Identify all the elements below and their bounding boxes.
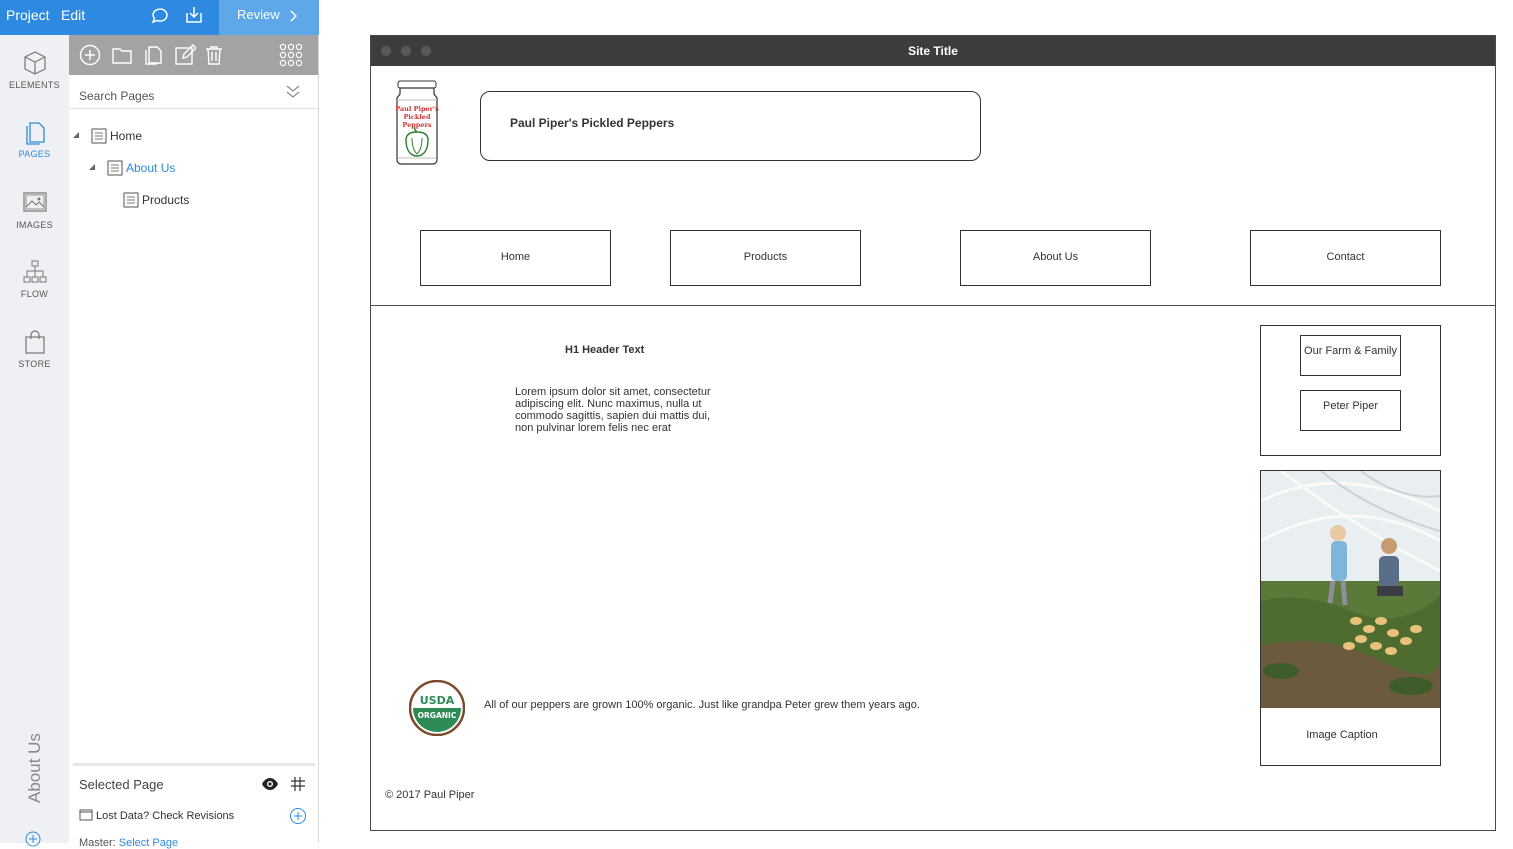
duplicate-page-icon[interactable] — [142, 44, 164, 66]
window-titlebar: Site Title — [371, 36, 1495, 66]
tree-item-about-us[interactable]: About Us — [89, 159, 313, 177]
page-icon — [123, 192, 139, 208]
rail-label: ELEMENTS — [9, 80, 60, 90]
farm-photo[interactable] — [1261, 471, 1440, 708]
sidebar-link-peter-piper[interactable]: Peter Piper — [1300, 390, 1401, 431]
nav-about-us-button[interactable]: About Us — [960, 230, 1151, 286]
browser-frame: Site Title Paul Piper's Pickled Peppers … — [370, 35, 1496, 831]
add-icon[interactable] — [24, 830, 42, 848]
pages-panel: Search Pages Home About Us Products Sele… — [69, 35, 319, 849]
svg-text:USDA: USDA — [420, 694, 455, 707]
review-button[interactable]: Review — [219, 0, 319, 35]
left-rail: ELEMENTS PAGES IMAGES FLOW STORE About U… — [0, 35, 69, 847]
body-paragraph: Lorem ipsum dolor sit amet, consectetur … — [515, 386, 711, 434]
search-pages-input[interactable]: Search Pages — [79, 89, 154, 103]
download-icon[interactable] — [184, 5, 206, 27]
comment-icon[interactable] — [150, 5, 172, 27]
rail-label: FLOW — [20, 289, 49, 299]
tree-item-products[interactable]: Products — [105, 191, 313, 209]
site-title: Site Title — [908, 44, 958, 58]
chevron-right-icon — [290, 10, 297, 22]
project-menu[interactable]: Project — [6, 7, 50, 23]
eye-icon[interactable] — [261, 777, 279, 791]
trash-icon[interactable] — [203, 44, 225, 66]
svg-text:ORGANIC: ORGANIC — [418, 711, 457, 720]
top-bar: Project Edit Review — [0, 0, 319, 35]
review-label: Review — [237, 7, 280, 22]
header-divider — [371, 305, 1495, 306]
rail-item-elements[interactable]: ELEMENTS — [0, 50, 69, 90]
pages-icon — [25, 122, 45, 145]
svg-text:Pickled: Pickled — [404, 113, 431, 121]
rail-label: STORE — [18, 359, 51, 369]
tree-item-label: Products — [142, 193, 190, 207]
edit-page-icon[interactable] — [174, 44, 196, 66]
sidebar-link-farm-family[interactable]: Our Farm & Family — [1300, 335, 1401, 376]
lost-data-link[interactable]: Lost Data? Check Revisions — [79, 809, 234, 822]
page-icon — [91, 128, 107, 144]
folder-icon[interactable] — [111, 44, 133, 66]
flow-icon — [23, 260, 46, 283]
brand-name: Paul Piper's Pickled Peppers — [510, 116, 675, 130]
add-icon[interactable] — [289, 807, 307, 825]
pages-toolbar — [69, 35, 318, 75]
tree-item-label: Home — [110, 129, 143, 143]
rail-item-flow[interactable]: FLOW — [0, 259, 69, 299]
cube-icon — [23, 51, 46, 75]
apps-grid-icon[interactable] — [279, 43, 303, 67]
master-row: Master: Select Page — [79, 837, 179, 849]
svg-text:Peppers: Peppers — [402, 121, 431, 129]
sidebar-links-box: Our Farm & Family Peter Piper — [1260, 325, 1441, 456]
selected-page-label: Selected Page — [79, 777, 164, 792]
image-caption: Image Caption — [1306, 729, 1378, 741]
add-page-icon[interactable] — [79, 44, 101, 66]
grid-icon[interactable] — [290, 776, 306, 792]
brand-name-box: Paul Piper's Pickled Peppers — [480, 91, 981, 161]
expand-triangle-icon[interactable] — [89, 164, 95, 170]
current-page-vertical-label: About Us — [25, 733, 44, 803]
h1-header: H1 Header Text — [565, 344, 645, 356]
edit-menu[interactable]: Edit — [61, 7, 85, 23]
nav-home-button[interactable]: Home — [420, 230, 611, 286]
copyright-text: © 2017 Paul Piper — [385, 789, 475, 801]
page-icon — [107, 160, 123, 176]
rail-item-pages[interactable]: PAGES — [0, 119, 69, 159]
master-select[interactable]: Select Page — [119, 837, 178, 849]
rail-item-images[interactable]: IMAGES — [0, 190, 69, 230]
tree-item-label: About Us — [126, 161, 176, 175]
nav-products-button[interactable]: Products — [670, 230, 861, 286]
rail-label: PAGES — [18, 149, 51, 159]
tree-item-home[interactable]: Home — [73, 127, 313, 145]
image-icon — [22, 192, 47, 212]
organic-statement: All of our peppers are grown 100% organi… — [484, 699, 920, 711]
rail-label: IMAGES — [16, 220, 53, 230]
pepper-jar-logo[interactable]: Paul Piper's Pickled Peppers — [392, 80, 442, 166]
image-with-caption: Image Caption — [1260, 470, 1441, 766]
nav-contact-button[interactable]: Contact — [1250, 230, 1441, 286]
collapse-all-icon[interactable] — [285, 83, 301, 99]
usda-organic-seal: USDA ORGANIC — [409, 680, 465, 736]
window-icon — [79, 809, 93, 821]
design-canvas: Site Title Paul Piper's Pickled Peppers … — [319, 0, 1513, 843]
expand-triangle-icon[interactable] — [73, 132, 79, 138]
svg-text:Paul Piper's: Paul Piper's — [395, 105, 439, 113]
bag-icon — [24, 330, 45, 354]
divider — [69, 108, 318, 109]
divider — [73, 763, 315, 766]
rail-item-store[interactable]: STORE — [0, 329, 69, 369]
